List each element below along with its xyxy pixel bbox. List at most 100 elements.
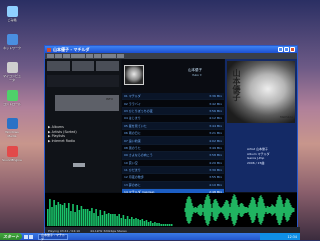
track-row[interactable]: 07 遠い約束 4:02 Mix xyxy=(122,137,224,145)
toolbar-button[interactable] xyxy=(94,54,101,58)
transport-slot[interactable] xyxy=(71,61,95,71)
spectrum-bar xyxy=(112,214,114,226)
spectrum-bar xyxy=(57,202,60,226)
track-time: 3:55 Mix xyxy=(209,175,222,180)
track-row[interactable]: 03 ひとりぼっちの夜 3:56 Mix xyxy=(122,107,224,116)
info-box: INFO xyxy=(55,95,119,111)
desktop-icon-recycle[interactable]: ごみ箱 xyxy=(2,4,22,30)
spectrum-bar xyxy=(97,216,99,226)
track-time: 3:44 Mix xyxy=(209,123,222,128)
track-row[interactable]: 01 マチルダ 3:36 Mix xyxy=(122,93,224,101)
track-row[interactable]: 05 星を見ていた 3:44 Mix xyxy=(122,122,224,130)
player-window: 山本優子 - マチルダ INFO ▶ Albums ▶ Artists (Sor… xyxy=(44,45,300,235)
spectrum-bar xyxy=(152,223,154,226)
spectrum-bar xyxy=(84,209,87,226)
spectrum-bar xyxy=(128,219,131,226)
maximize-button[interactable] xyxy=(284,47,289,52)
spectrum-bar xyxy=(137,219,139,226)
track-row[interactable]: 09 さよならの向こう 3:58 Mix xyxy=(122,152,224,160)
album-header: 山本優子 Yuko Y. xyxy=(122,59,224,93)
desktop-icon-control[interactable]: コントロール xyxy=(2,88,22,114)
taskbar-window-button[interactable]: 山本優子 - マチルダ xyxy=(38,233,68,241)
visualizer-svg xyxy=(47,194,295,226)
spectrum-bar xyxy=(160,224,162,226)
info-box-label: INFO xyxy=(105,97,113,101)
track-row[interactable]: 06 雨の日に 3:21 Mix xyxy=(122,130,224,138)
status-format: 44.1kHz 320kbps Stereo xyxy=(90,228,127,233)
spectrum-bar xyxy=(168,224,171,226)
info-line: 2006 / 15曲 xyxy=(247,160,265,165)
track-row[interactable]: 08 風のうた 3:49 Mix xyxy=(122,145,224,153)
desktop-icon-media[interactable]: Windows Media xyxy=(2,116,22,142)
small-button[interactable] xyxy=(73,163,85,167)
close-button[interactable] xyxy=(290,47,295,52)
spectrum-bar xyxy=(49,199,51,226)
window-titlebar[interactable]: 山本優子 - マチルダ xyxy=(45,46,297,53)
track-row[interactable]: 11 ひだまり 3:30 Mix xyxy=(122,166,224,175)
track-row[interactable]: 12 月夜の散歩 3:55 Mix xyxy=(122,174,224,182)
spectrum-bar xyxy=(126,216,129,226)
spectrum-bar xyxy=(124,219,127,226)
spectrum-bar xyxy=(114,214,116,226)
transport-slot[interactable] xyxy=(47,61,70,71)
spectrum-bar xyxy=(133,219,135,226)
quick-launch-icon[interactable] xyxy=(24,234,28,239)
track-name: 08 風のうた xyxy=(124,145,141,150)
taskbar: スタート 山本優子 - マチルダ 12:34 xyxy=(0,233,300,241)
desktop-icon-label: マイコンピュータ xyxy=(2,74,21,82)
toolbar-button[interactable] xyxy=(71,54,85,58)
desktop-icon-sound[interactable]: SoundEngine xyxy=(2,144,22,170)
toolbar-button[interactable] xyxy=(117,54,124,58)
track-name: 07 遠い約束 xyxy=(124,138,141,143)
spectrum-bar xyxy=(156,223,158,226)
track-time: 3:49 Mix xyxy=(209,145,222,150)
toolbar-button[interactable] xyxy=(102,54,116,58)
toolbar-button[interactable] xyxy=(55,54,62,58)
desktop-icon-label: Windows Media xyxy=(5,130,19,138)
minimize-button[interactable] xyxy=(278,47,283,52)
spectrum-bar xyxy=(86,209,89,226)
track-name: 04 はじまり xyxy=(124,116,141,121)
artist-panel: 山本優子 Mathilda Artist 山本優子 Album マチルダ Gen… xyxy=(225,59,297,192)
track-time: 3:58 Mix xyxy=(209,153,222,158)
track-row[interactable]: 04 はじまり 4:12 Mix xyxy=(122,115,224,123)
spectrum-bar xyxy=(162,224,165,226)
track-row[interactable]: 02 ララバイ 3:42 Mix xyxy=(122,100,224,108)
desktop-icon-label: SoundEngine xyxy=(2,158,22,162)
track-list: 01 マチルダ 3:36 Mix 02 ララバイ 3:42 Mix 03 ひとりぼっちの… xyxy=(122,93,224,204)
spectrum-bar xyxy=(154,222,156,226)
album-cover-thumbnail xyxy=(124,65,144,85)
quick-launch xyxy=(22,234,38,239)
spectrum-bar xyxy=(99,210,102,226)
library-tree: ▶ Albums ▶ Artists (Sorted) ▶ Playlists … xyxy=(45,125,121,143)
spectrum-bar xyxy=(72,204,74,226)
spectrum-bar xyxy=(107,213,110,226)
desktop-icon-computer[interactable]: マイコンピュータ xyxy=(2,60,22,86)
track-name: 12 月夜の散歩 xyxy=(124,175,144,180)
toolbar-button[interactable] xyxy=(86,54,93,58)
spectrum-bar xyxy=(55,205,57,226)
quick-launch-icon[interactable] xyxy=(29,234,33,239)
desktop-icon-network[interactable]: ネットワーク xyxy=(2,32,22,58)
spectrum-bar xyxy=(135,218,137,226)
spectrum-bar xyxy=(93,213,95,226)
track-row[interactable]: 13 夢のあと 4:10 Mix xyxy=(122,181,224,190)
track-name: 05 星を見ていた xyxy=(124,123,147,128)
toolbar-button[interactable] xyxy=(47,54,54,58)
spectrum-bar xyxy=(122,215,125,226)
library-item[interactable]: ▶ Internet Radio xyxy=(45,139,121,144)
track-time: 3:21 Mix xyxy=(209,131,222,136)
track-name: 13 夢のあと xyxy=(124,182,141,187)
track-time: 3:30 Mix xyxy=(209,168,222,173)
toolbar-button[interactable] xyxy=(63,54,70,58)
track-name: 11 ひだまり xyxy=(124,168,141,173)
spectrum-analyzer xyxy=(47,199,173,226)
start-button[interactable]: スタート xyxy=(0,233,22,240)
transport-slot[interactable] xyxy=(96,61,120,71)
spectrum-bar xyxy=(91,208,93,226)
track-name: 01 マチルダ xyxy=(124,94,141,99)
display-area xyxy=(47,75,119,87)
track-row[interactable]: 10 蒼い空 4:20 Mix xyxy=(122,160,224,167)
spectrum-bar xyxy=(95,209,97,226)
left-panel: INFO ▶ Albums ▶ Artists (Sorted) ▶ Playl… xyxy=(45,59,121,192)
